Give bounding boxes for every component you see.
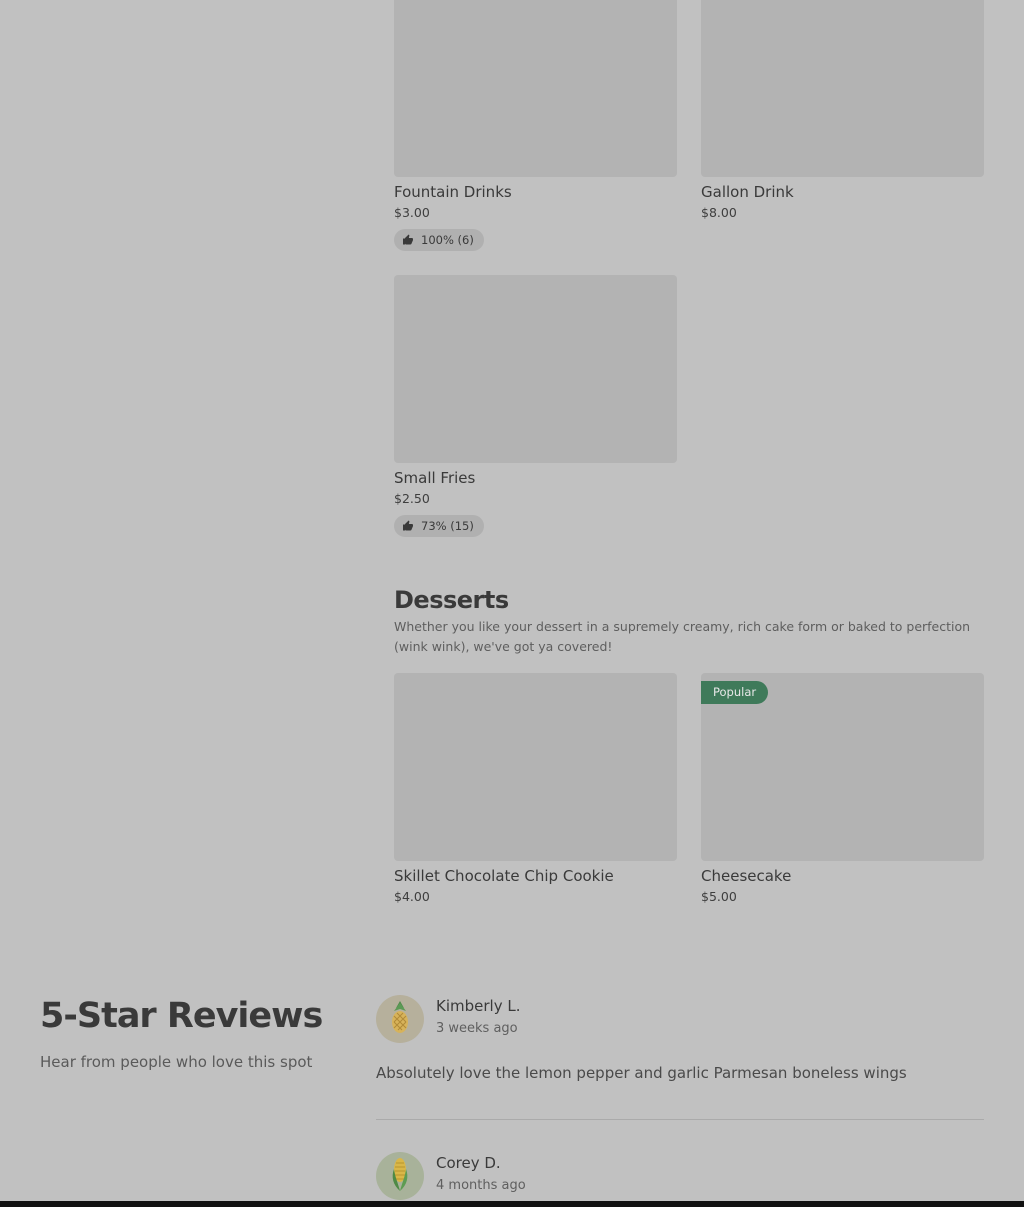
- item-name: Cheesecake: [701, 867, 792, 885]
- pineapple-icon: [385, 999, 415, 1039]
- review-date: 3 weeks ago: [436, 1021, 518, 1036]
- reviewer-name: Kimberly L.: [436, 997, 521, 1015]
- item-image-placeholder: [394, 275, 677, 463]
- item-price: $2.50: [394, 491, 430, 506]
- item-price: $3.00: [394, 205, 430, 220]
- popular-badge: Popular: [701, 681, 769, 704]
- rating-text: 73% (15): [421, 519, 474, 533]
- menu-item-fountain-drinks[interactable]: Fountain Drinks $3.00 100% (6): [394, 0, 677, 251]
- reviewer-name: Corey D.: [436, 1154, 501, 1172]
- reviews-title: 5-Star Reviews: [40, 996, 323, 1036]
- desserts-section-title: Desserts: [394, 586, 509, 614]
- item-name: Fountain Drinks: [394, 183, 512, 201]
- menu-item-skillet-cookie[interactable]: Skillet Chocolate Chip Cookie $4.00: [394, 673, 677, 905]
- reviewer-avatar: [376, 1152, 424, 1200]
- review-card: Kimberly L. 3 weeks ago Absolutely love …: [376, 995, 984, 1095]
- item-price: $8.00: [701, 205, 737, 220]
- review-date: 4 months ago: [436, 1178, 526, 1193]
- menu-item-gallon-drink[interactable]: Gallon Drink $8.00: [701, 0, 984, 221]
- item-name: Gallon Drink: [701, 183, 794, 201]
- review-divider: [376, 1119, 984, 1120]
- store-page: Fountain Drinks $3.00 100% (6) Gallon Dr…: [0, 0, 1024, 1207]
- rating-badge: 73% (15): [394, 515, 484, 537]
- desserts-section-description: Whether you like your dessert in a supre…: [394, 619, 971, 654]
- reviews-subtitle: Hear from people who love this spot: [40, 1053, 313, 1071]
- item-price: $4.00: [394, 889, 430, 904]
- thumbs-up-icon: [402, 234, 414, 246]
- item-image-placeholder: [701, 0, 984, 177]
- menu-item-small-fries[interactable]: Small Fries $2.50 73% (15): [394, 275, 677, 537]
- item-image-placeholder: [394, 0, 677, 177]
- menu-item-cheesecake[interactable]: Popular Cheesecake $5.00: [701, 673, 984, 905]
- item-image-placeholder: [394, 673, 677, 861]
- rating-text: 100% (6): [421, 233, 474, 247]
- item-name: Skillet Chocolate Chip Cookie: [394, 867, 614, 885]
- bottom-edge-bar: [0, 1201, 1024, 1207]
- item-image-placeholder: Popular: [701, 673, 984, 861]
- item-price: $5.00: [701, 889, 737, 904]
- rating-badge: 100% (6): [394, 229, 484, 251]
- item-name: Small Fries: [394, 469, 476, 487]
- corn-icon: [385, 1155, 415, 1197]
- review-card: Corey D. 4 months ago: [376, 1152, 984, 1200]
- thumbs-up-icon: [402, 520, 414, 532]
- review-text: Absolutely love the lemon pepper and gar…: [376, 1064, 907, 1082]
- reviewer-avatar: [376, 995, 424, 1043]
